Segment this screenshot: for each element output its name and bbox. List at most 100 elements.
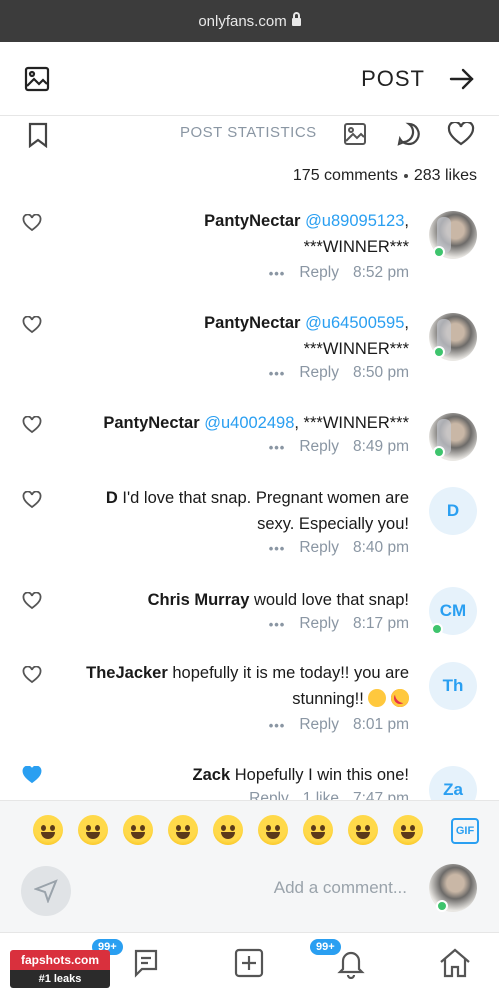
more-options-icon[interactable]: •••	[269, 718, 286, 733]
lock-icon	[291, 11, 301, 28]
online-indicator	[433, 446, 445, 458]
comment-body: Chris Murray would love that snap!	[69, 587, 409, 613]
watermark-line1: fapshots.com	[10, 950, 110, 970]
emoji-smiley-icon[interactable]	[123, 815, 153, 845]
comment-icon[interactable]	[396, 121, 422, 147]
comment-meta: Reply 1 like 7:47 pm	[249, 790, 409, 800]
avatar[interactable]: Za	[429, 766, 477, 800]
heart-icon[interactable]	[447, 122, 475, 146]
reply-link[interactable]: Reply	[299, 539, 339, 557]
comment-text-line2: ***WINNER***	[303, 340, 409, 358]
like-heart-icon[interactable]	[22, 316, 42, 334]
page-title: POST	[361, 66, 425, 91]
like-heart-icon[interactable]	[22, 491, 42, 509]
comment-item: D I'd love that snap. Pregnant women are…	[0, 485, 499, 565]
gif-button[interactable]: GIF	[451, 818, 479, 844]
comment-meta: ••• Reply 8:52 pm	[269, 264, 409, 282]
reply-link[interactable]: Reply	[249, 790, 289, 800]
comment-mention[interactable]: @u4002498	[204, 414, 294, 432]
comment-meta: ••• Reply 8:40 pm	[269, 539, 409, 557]
heart-eyes-emoji-icon	[391, 689, 409, 707]
comment-item: Zack Hopefully I win this one! Reply 1 l…	[0, 762, 499, 800]
comment-like-count: 1 like	[302, 790, 339, 800]
comment-body: PantyNectar @u64500595, ***WINNER***	[69, 310, 409, 362]
more-options-icon[interactable]: •••	[269, 541, 286, 556]
emoji-sweat-smile-icon[interactable]	[33, 815, 63, 845]
comment-author[interactable]: D	[106, 489, 118, 507]
comment-body: D I'd love that snap. Pregnant women are…	[69, 485, 409, 537]
url-text: onlyfans.com	[198, 12, 287, 30]
reply-link[interactable]: Reply	[299, 716, 339, 734]
emoji-heart-eyes-icon[interactable]	[393, 815, 423, 845]
emoji-grin-icon[interactable]	[78, 815, 108, 845]
image-icon[interactable]	[343, 122, 367, 146]
comment-author[interactable]: Zack	[193, 766, 231, 784]
comment-text: ,	[404, 314, 409, 332]
like-heart-icon[interactable]	[22, 592, 42, 610]
blushing-emoji-icon	[368, 689, 387, 707]
emoji-bar: GIF	[0, 800, 499, 862]
watermark-line2: #1 leaks	[10, 970, 110, 988]
emoji-smile-icon[interactable]	[258, 815, 288, 845]
avatar[interactable]: D	[429, 487, 477, 535]
bookmark-icon[interactable]	[27, 122, 49, 148]
browser-url-bar[interactable]: onlyfans.com	[0, 0, 499, 42]
image-icon[interactable]	[24, 66, 50, 92]
comment-item: Chris Murray would love that snap! ••• R…	[0, 587, 499, 647]
comment-text: ,	[404, 212, 409, 230]
emoji-joy-icon[interactable]	[168, 815, 198, 845]
online-indicator	[433, 346, 445, 358]
back-arrow-icon[interactable]	[449, 66, 475, 92]
notifications-icon[interactable]	[335, 947, 367, 979]
more-options-icon[interactable]: •••	[269, 617, 286, 632]
comment-item: TheJacker hopefully it is me today!! you…	[0, 660, 499, 740]
reply-link[interactable]: Reply	[299, 438, 339, 456]
comment-text: I'd love that snap. Pregnant women are s…	[122, 489, 409, 533]
comment-meta: ••• Reply 8:17 pm	[269, 615, 409, 633]
more-options-icon[interactable]: •••	[269, 366, 286, 381]
comment-meta: ••• Reply 8:49 pm	[269, 438, 409, 456]
post-statistics-link[interactable]: POST STATISTICS	[180, 124, 317, 141]
comment-author[interactable]: Chris Murray	[148, 591, 250, 609]
comment-item: PantyNectar @u89095123, ***WINNER*** •••…	[0, 208, 499, 294]
comment-mention[interactable]: @u64500595	[305, 314, 404, 332]
comment-time: 8:52 pm	[352, 264, 409, 281]
comment-author[interactable]: PantyNectar	[103, 414, 199, 432]
comment-mention[interactable]: @u89095123	[305, 212, 404, 230]
comment-author[interactable]: PantyNectar	[204, 314, 300, 332]
emoji-relaxed-icon[interactable]	[348, 815, 378, 845]
site-watermark: fapshots.com #1 leaks	[10, 950, 110, 988]
comment-text-line2: ***WINNER***	[303, 238, 409, 256]
home-icon[interactable]	[438, 947, 472, 979]
more-options-icon[interactable]: •••	[269, 266, 286, 281]
like-heart-icon[interactable]	[22, 214, 42, 232]
likes-count[interactable]: 283 likes	[414, 167, 477, 185]
avatar[interactable]: Th	[429, 662, 477, 710]
notifications-badge: 99+	[310, 939, 341, 955]
emoji-blush-icon[interactable]	[303, 815, 333, 845]
more-options-icon[interactable]: •••	[269, 440, 286, 455]
reply-link[interactable]: Reply	[299, 264, 339, 282]
liked-heart-icon[interactable]	[22, 766, 42, 784]
comments-count[interactable]: 175 comments	[293, 167, 398, 185]
comment-text: Hopefully I win this one!	[234, 766, 409, 784]
send-button[interactable]	[21, 866, 71, 916]
comment-time: 8:50 pm	[352, 364, 409, 381]
reply-link[interactable]: Reply	[299, 615, 339, 633]
reply-link[interactable]: Reply	[299, 364, 339, 382]
emoji-grinning-icon[interactable]	[213, 815, 243, 845]
comment-item: PantyNectar @u64500595, ***WINNER*** •••…	[0, 310, 499, 396]
comment-time: 8:49 pm	[352, 438, 409, 455]
comment-text: , ***WINNER***	[294, 414, 409, 432]
send-icon	[34, 879, 58, 903]
comment-author[interactable]: TheJacker	[86, 664, 168, 682]
post-header: POST	[0, 42, 499, 116]
messages-icon[interactable]	[130, 947, 162, 979]
add-post-icon[interactable]	[233, 947, 265, 979]
comment-input[interactable]: Add a comment...	[274, 878, 407, 898]
like-heart-icon[interactable]	[22, 666, 42, 684]
comment-time: 7:47 pm	[352, 790, 409, 800]
comment-author[interactable]: PantyNectar	[204, 212, 300, 230]
comment-body: PantyNectar @u89095123, ***WINNER***	[69, 208, 409, 260]
comment-body: TheJacker hopefully it is me today!! you…	[69, 660, 409, 712]
